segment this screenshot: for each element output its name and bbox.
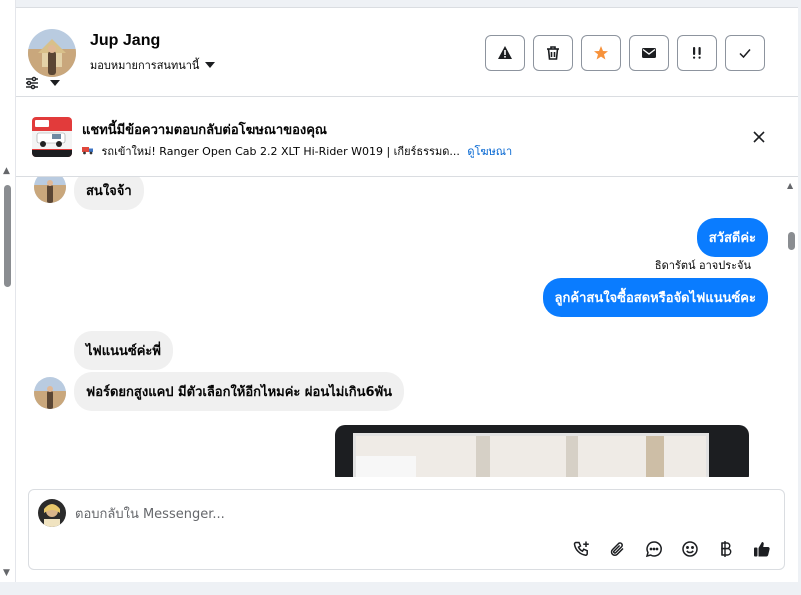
- ad-title-text: รถเข้าใหม่! Ranger Open Cab 2.2 XLT Hi-R…: [101, 145, 460, 158]
- add-call-icon[interactable]: [571, 538, 593, 560]
- filter-chevron-down-icon[interactable]: [50, 80, 60, 86]
- spam-button[interactable]: [485, 35, 525, 71]
- delete-button[interactable]: [533, 35, 573, 71]
- scroll-up-arrow-icon[interactable]: ▲: [3, 166, 10, 176]
- conversation-header: Jup Jang มอบหมายการสนทนานี้: [16, 8, 798, 97]
- inbox-window: ▲ ▼ Jup Jang มอบหมายการสนทนานี้ แชทนี้มี…: [0, 0, 801, 595]
- left-scrollbar-thumb[interactable]: [4, 185, 11, 287]
- incoming-message[interactable]: ฟอร์ดยกสูงแคป มีตัวเลือกให้อีกไหมค่ะ ผ่อ…: [74, 372, 405, 411]
- saved-replies-icon[interactable]: [643, 538, 665, 560]
- star-button[interactable]: [581, 35, 621, 71]
- thread-scrollbar-thumb[interactable]: [788, 232, 795, 250]
- trash-icon: [547, 46, 559, 60]
- scroll-up-arrow-icon[interactable]: ▲: [787, 181, 793, 190]
- done-button[interactable]: [725, 35, 765, 71]
- check-icon: [739, 49, 751, 59]
- incoming-message[interactable]: สนใจจ้า: [74, 177, 144, 210]
- view-ad-link[interactable]: ดูโฆษณา: [467, 145, 512, 158]
- envelope-icon: [642, 48, 656, 58]
- reply-input[interactable]: [75, 502, 755, 526]
- message-thread: สนใจจ้า สวัสดีค่ะ ธิดารัตน์ อาจประจัน ลู…: [16, 177, 798, 477]
- star-icon: [594, 46, 608, 60]
- emoji-icon[interactable]: [679, 538, 701, 560]
- scroll-down-arrow-icon[interactable]: ▼: [3, 568, 10, 578]
- conversation-actions: [485, 35, 765, 71]
- composer-toolbar: [571, 538, 773, 560]
- incoming-message[interactable]: ไฟแนนซ์ค่ะพี่: [74, 331, 173, 370]
- assign-label: มอบหมายการสนทนานี้: [90, 59, 200, 72]
- ad-banner-title: แชทนี้มีข้อความตอบกลับต่อโฆษณาของคุณ: [82, 123, 327, 138]
- filter-sliders-icon[interactable]: [25, 75, 39, 94]
- thread-scrollbar[interactable]: ▲: [784, 177, 798, 477]
- outgoing-image-attachment[interactable]: [335, 425, 749, 477]
- ad-thumbnail[interactable]: [32, 117, 72, 157]
- double-exclamation-icon: [693, 47, 701, 59]
- attachment-paperclip-icon[interactable]: [607, 538, 629, 560]
- mark-unread-button[interactable]: [629, 35, 669, 71]
- contact-message-avatar[interactable]: [34, 377, 66, 409]
- thumbs-up-icon[interactable]: [751, 538, 773, 560]
- chevron-down-icon: [205, 62, 216, 68]
- outgoing-message[interactable]: สวัสดีค่ะ: [696, 218, 768, 257]
- my-avatar: [38, 499, 66, 527]
- close-icon[interactable]: [749, 127, 769, 147]
- baht-payment-icon[interactable]: [715, 538, 737, 560]
- truck-icon: [82, 145, 98, 158]
- contact-message-avatar[interactable]: [34, 177, 66, 203]
- outgoing-message[interactable]: ลูกค้าสนใจซื้อสดหรือจัดไฟแนนซ์คะ: [542, 278, 768, 317]
- attachment-photo: [353, 433, 709, 477]
- assign-conversation-dropdown[interactable]: มอบหมายการสนทนานี้: [90, 56, 216, 74]
- warning-icon: [498, 46, 512, 59]
- message-sender-name: ธิดารัตน์ อาจประจัน: [654, 259, 751, 272]
- contact-avatar[interactable]: [28, 29, 76, 77]
- follow-up-button[interactable]: [677, 35, 717, 71]
- left-scrollbar[interactable]: ▲ ▼: [0, 0, 16, 582]
- ad-reply-banner: แชทนี้มีข้อความตอบกลับต่อโฆษณาของคุณ รถเ…: [16, 97, 798, 177]
- reply-composer: [28, 489, 785, 570]
- ad-banner-subtitle: รถเข้าใหม่! Ranger Open Cab 2.2 XLT Hi-R…: [82, 142, 512, 160]
- conversation-panel: Jup Jang มอบหมายการสนทนานี้ แชทนี้มีข้อค…: [16, 7, 798, 582]
- contact-name[interactable]: Jup Jang: [90, 32, 160, 50]
